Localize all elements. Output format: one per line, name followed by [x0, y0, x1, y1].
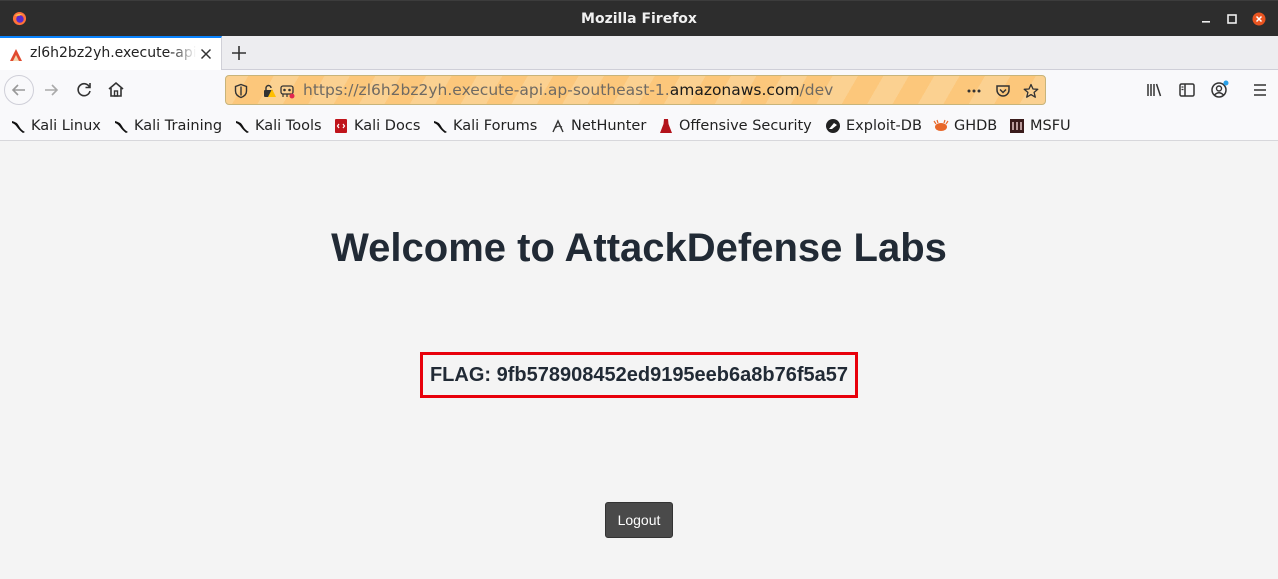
- bookmark-nethunter[interactable]: NetHunter: [550, 116, 646, 136]
- new-tab-icon[interactable]: [230, 44, 248, 62]
- bookmark-label: Offensive Security: [679, 118, 812, 134]
- bookmark-label: MSFU: [1030, 118, 1071, 134]
- bookmark-kali-linux[interactable]: Kali Linux: [10, 116, 101, 136]
- bookmarks-toolbar: Kali Linux Kali Training Kali Tools Kali…: [0, 110, 1278, 141]
- kali-dragon-icon: [115, 121, 128, 133]
- forward-arrow-icon[interactable]: [40, 78, 64, 102]
- bookmark-label: NetHunter: [571, 118, 647, 134]
- tab-active[interactable]: zl6h2bz2yh.execute-api.ap-southeast-1.am…: [0, 36, 222, 70]
- bookmark-label: Exploit-DB: [846, 118, 922, 134]
- flag-text: FLAG: 9fb578908452ed9195eeb6a8b76f5a57: [429, 364, 849, 386]
- back-arrow-icon[interactable]: [7, 78, 31, 102]
- bookmark-kali-docs[interactable]: Kali Docs: [333, 116, 420, 136]
- bookmark-exploit-db[interactable]: Exploit-DB: [825, 116, 922, 136]
- bookmark-label: Kali Training: [134, 118, 223, 134]
- pocket-icon[interactable]: [995, 83, 1011, 99]
- offsec-icon: [660, 119, 672, 133]
- nethunter-icon: [552, 119, 564, 133]
- close-window-icon[interactable]: [1252, 12, 1266, 26]
- tracking-protection-shield-icon[interactable]: [233, 83, 249, 99]
- tab-strip: zl6h2bz2yh.execute-api.ap-southeast-1.am…: [0, 36, 1278, 70]
- url-text[interactable]: https://zl6h2bz2yh.execute-api.ap-southe…: [303, 81, 833, 99]
- kali-dragon-icon: [12, 121, 25, 133]
- page-content: Welcome to AttackDefense Labs FLAG: 9fb5…: [0, 141, 1278, 579]
- minimize-icon[interactable]: [1199, 12, 1213, 26]
- page-actions-ellipsis-icon[interactable]: [966, 83, 982, 99]
- logout-button[interactable]: Logout: [605, 502, 673, 538]
- bookmark-label: Kali Docs: [354, 118, 421, 134]
- ghdb-icon: [933, 119, 949, 131]
- msfu-icon: [1010, 119, 1024, 133]
- bookmark-label: GHDB: [954, 118, 998, 134]
- window-title: Mozilla Firefox: [581, 11, 697, 27]
- bookmark-offensive-security[interactable]: Offensive Security: [658, 116, 812, 136]
- exploitdb-icon: [826, 119, 840, 133]
- kali-dragon-icon: [434, 121, 447, 133]
- window-titlebar: Mozilla Firefox: [0, 0, 1278, 36]
- library-icon[interactable]: [1143, 78, 1167, 102]
- bookmark-msfu[interactable]: MSFU: [1009, 116, 1071, 136]
- bookmark-kali-forums[interactable]: Kali Forums: [432, 116, 537, 136]
- site-favicon-icon: [10, 49, 22, 61]
- insecure-lock-icon[interactable]: [261, 83, 277, 99]
- kali-docs-icon: [335, 119, 347, 133]
- tab-close-icon[interactable]: [199, 47, 213, 61]
- reload-icon[interactable]: [72, 78, 96, 102]
- home-icon[interactable]: [104, 78, 128, 102]
- bookmark-label: Kali Tools: [255, 118, 322, 134]
- menu-icon[interactable]: [1248, 78, 1272, 102]
- url-bar[interactable]: https://zl6h2bz2yh.execute-api.ap-southe…: [225, 75, 1046, 105]
- url-prefix: https://zl6h2bz2yh.execute-api.ap-southe…: [303, 81, 670, 99]
- bookmark-label: Kali Forums: [453, 118, 538, 134]
- maximize-icon[interactable]: [1225, 12, 1239, 26]
- bookmark-star-icon[interactable]: [1023, 83, 1039, 99]
- bookmark-kali-tools[interactable]: Kali Tools: [234, 116, 322, 136]
- account-icon[interactable]: [1207, 78, 1231, 102]
- bookmark-label: Kali Linux: [31, 118, 101, 134]
- page-heading: Welcome to AttackDefense Labs: [331, 226, 947, 270]
- url-path: /dev: [799, 81, 834, 99]
- tab-label: zl6h2bz2yh.execute-api.ap-southeast-1.am…: [30, 45, 196, 61]
- url-domain: amazonaws.com: [669, 81, 800, 99]
- bookmark-kali-training[interactable]: Kali Training: [113, 116, 222, 136]
- sidebar-icon[interactable]: [1175, 78, 1199, 102]
- kali-dragon-icon: [236, 121, 249, 133]
- bookmark-ghdb[interactable]: GHDB: [933, 116, 997, 136]
- permissions-icon[interactable]: [279, 83, 295, 99]
